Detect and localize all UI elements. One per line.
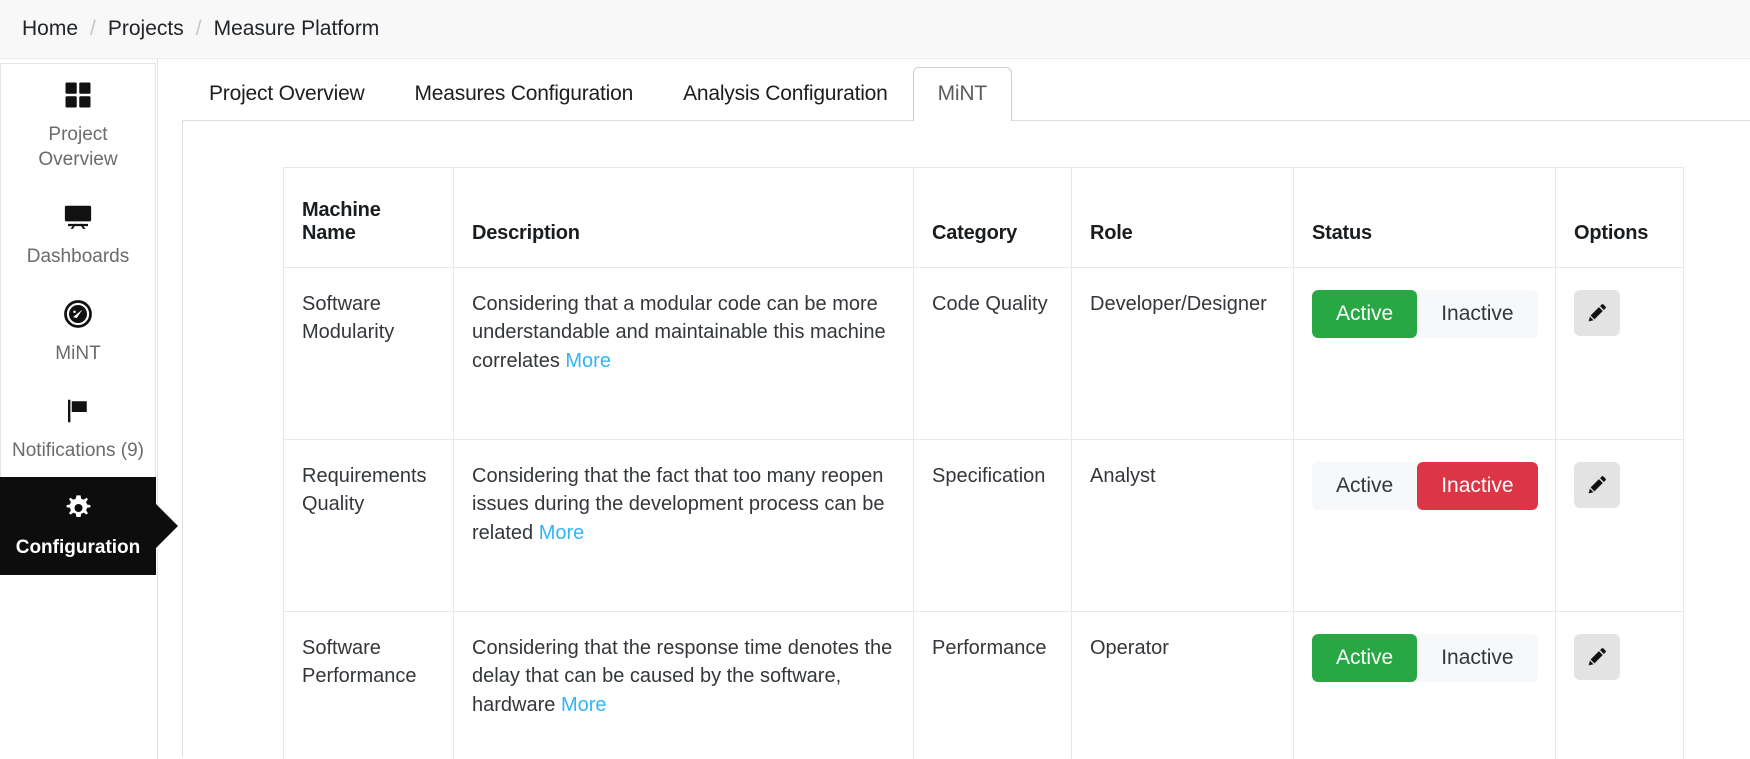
cell-status: Active Inactive bbox=[1293, 439, 1556, 612]
gear-icon bbox=[7, 493, 149, 525]
sidebar-item-mint[interactable]: MiNT bbox=[0, 283, 156, 382]
column-header-machine-name: Machine Name bbox=[283, 167, 454, 268]
cell-machine-name: Software Modularity bbox=[283, 267, 454, 440]
pencil-icon bbox=[1586, 646, 1608, 668]
breadcrumb-item-projects[interactable]: Projects bbox=[108, 17, 184, 41]
cell-role: Analyst bbox=[1071, 439, 1294, 612]
column-header-description: Description bbox=[453, 167, 914, 268]
cell-status: Active Inactive bbox=[1293, 267, 1556, 440]
table-header-row: Machine Name Description Category Role S… bbox=[283, 167, 1684, 268]
breadcrumb-item-measure-platform: Measure Platform bbox=[213, 17, 380, 40]
table-container: Machine Name Description Category Role S… bbox=[183, 121, 1750, 759]
sidebar-item-dashboards[interactable]: Dashboards bbox=[0, 186, 156, 285]
pencil-icon bbox=[1586, 474, 1608, 496]
breadcrumb: Home / Projects / Measure Platform bbox=[0, 0, 1750, 59]
cell-role: Operator bbox=[1071, 611, 1294, 759]
breadcrumb-item-home[interactable]: Home bbox=[22, 17, 78, 41]
description-text: Considering that a modular code can be m… bbox=[472, 293, 886, 372]
edit-button[interactable] bbox=[1574, 290, 1620, 336]
gauge-icon bbox=[7, 299, 149, 331]
more-link[interactable]: More bbox=[565, 350, 611, 372]
tab-mint[interactable]: MiNT bbox=[912, 67, 1012, 121]
mint-machines-table: Machine Name Description Category Role S… bbox=[283, 167, 1684, 759]
tab-panel-mint: Machine Name Description Category Role S… bbox=[182, 120, 1750, 759]
status-inactive-option[interactable]: Inactive bbox=[1417, 634, 1537, 682]
cell-description: Considering that a modular code can be m… bbox=[453, 267, 914, 440]
status-active-option[interactable]: Active bbox=[1312, 462, 1417, 510]
column-header-options: Options bbox=[1555, 167, 1684, 268]
breadcrumb-separator: / bbox=[195, 17, 202, 40]
breadcrumb-separator: / bbox=[90, 17, 96, 40]
tab-project-overview[interactable]: Project Overview bbox=[184, 67, 390, 121]
edit-button[interactable] bbox=[1574, 462, 1620, 508]
cell-category: Performance bbox=[913, 611, 1072, 759]
sidebar: Project Overview Dashboards MiNT Notific… bbox=[0, 59, 158, 759]
status-toggle[interactable]: Active Inactive bbox=[1312, 462, 1538, 511]
table-body: Software Modularity Considering that a m… bbox=[283, 267, 1684, 759]
description-text: Considering that the fact that too many … bbox=[472, 465, 885, 544]
sidebar-item-label: Project Overview bbox=[38, 124, 118, 171]
flag-icon bbox=[7, 396, 149, 428]
sidebar-item-label: Configuration bbox=[15, 537, 141, 559]
edit-button[interactable] bbox=[1574, 634, 1620, 680]
sidebar-item-project-overview[interactable]: Project Overview bbox=[0, 63, 156, 188]
page-body: Project Overview Dashboards MiNT Notific… bbox=[0, 59, 1750, 759]
cell-machine-name: Software Performance bbox=[283, 611, 454, 759]
cell-options bbox=[1555, 611, 1684, 759]
cell-role: Developer/Designer bbox=[1071, 267, 1294, 440]
tab-measures-configuration[interactable]: Measures Configuration bbox=[390, 67, 659, 121]
more-link[interactable]: More bbox=[561, 694, 607, 716]
cell-description: Considering that the fact that too many … bbox=[453, 439, 914, 612]
more-link[interactable]: More bbox=[539, 522, 585, 544]
cell-category: Code Quality bbox=[913, 267, 1072, 440]
tab-analysis-configuration[interactable]: Analysis Configuration bbox=[658, 67, 913, 121]
column-header-category: Category bbox=[913, 167, 1072, 268]
column-header-role: Role bbox=[1071, 167, 1294, 268]
monitor-icon bbox=[7, 202, 149, 234]
sidebar-item-notifications[interactable]: Notifications (9) bbox=[0, 380, 156, 479]
cell-options bbox=[1555, 439, 1684, 612]
status-active-option[interactable]: Active bbox=[1312, 634, 1418, 683]
description-text: Considering that the response time denot… bbox=[472, 637, 893, 716]
table-row: Software Modularity Considering that a m… bbox=[283, 267, 1684, 440]
status-inactive-option[interactable]: Inactive bbox=[1417, 290, 1537, 338]
cell-status: Active Inactive bbox=[1293, 611, 1556, 759]
cell-options bbox=[1555, 267, 1684, 440]
cell-category: Specification bbox=[913, 439, 1072, 612]
column-header-status: Status bbox=[1293, 167, 1556, 268]
sidebar-item-label: MiNT bbox=[55, 343, 101, 365]
table-header: Machine Name Description Category Role S… bbox=[283, 167, 1684, 268]
grid-icon bbox=[7, 80, 149, 112]
sidebar-item-label: Notifications (9) bbox=[12, 440, 144, 462]
status-toggle[interactable]: Active Inactive bbox=[1312, 290, 1538, 339]
table-row: Requirements Quality Considering that th… bbox=[283, 439, 1684, 612]
status-active-option[interactable]: Active bbox=[1312, 290, 1418, 339]
pencil-icon bbox=[1586, 302, 1608, 324]
sidebar-item-label: Dashboards bbox=[26, 246, 130, 268]
tab-bar: Project Overview Measures Configuration … bbox=[180, 59, 1750, 121]
cell-description: Considering that the response time denot… bbox=[453, 611, 914, 759]
cell-machine-name: Requirements Quality bbox=[283, 439, 454, 612]
status-toggle[interactable]: Active Inactive bbox=[1312, 634, 1538, 683]
table-row: Software Performance Considering that th… bbox=[283, 611, 1684, 759]
sidebar-item-configuration[interactable]: Configuration bbox=[0, 477, 156, 576]
status-inactive-option[interactable]: Inactive bbox=[1417, 462, 1538, 511]
main-content: Project Overview Measures Configuration … bbox=[158, 59, 1750, 759]
